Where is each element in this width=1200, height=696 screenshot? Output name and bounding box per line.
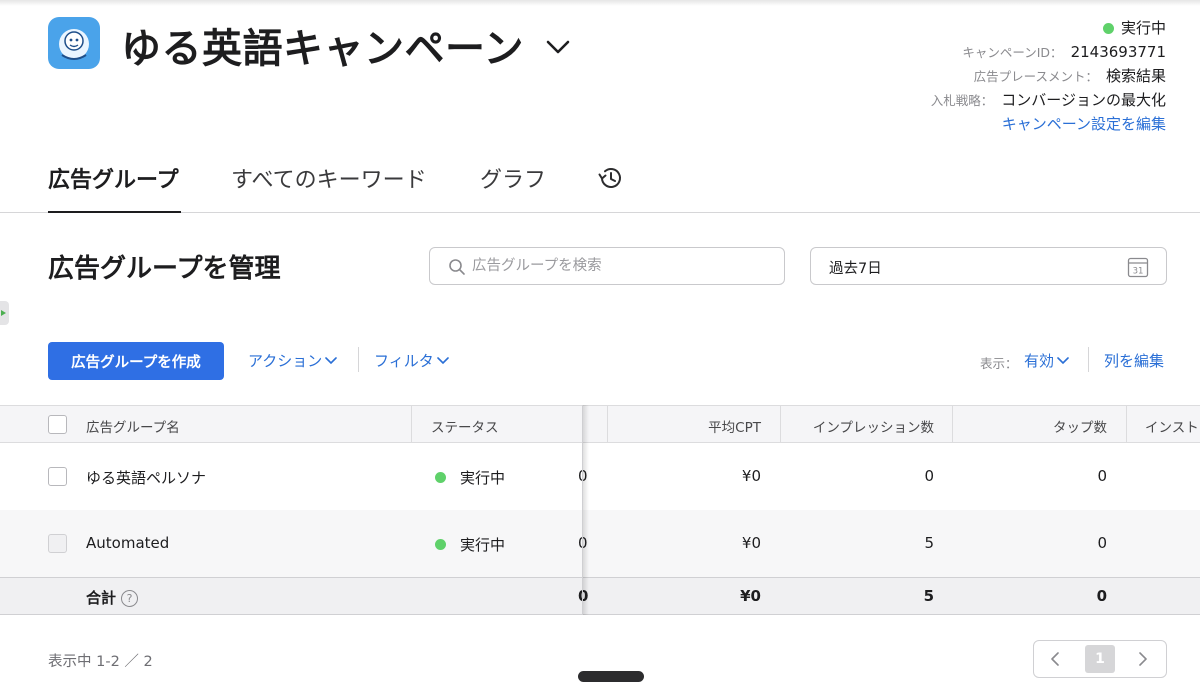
status-dot-icon	[1102, 23, 1114, 34]
date-range-value: 過去7日	[829, 261, 882, 277]
next-page-button[interactable]	[1122, 641, 1166, 677]
table-row[interactable]: ゆる英語ペルソナ 実行中 0 ¥0 0 0	[0, 443, 1200, 510]
filter-dropdown[interactable]: フィルタ	[374, 350, 449, 371]
window-top-edge	[0, 0, 1200, 6]
campaign-meta: 実行中 キャンペーンID： 2143693771 広告プレースメント： 検索結果 入…	[931, 16, 1166, 136]
chevron-down-icon[interactable]	[544, 38, 572, 56]
placement-row: 広告プレースメント： 検索結果	[973, 67, 1166, 85]
total-label: 合計?	[86, 587, 139, 608]
calendar-icon[interactable]: 31	[1126, 255, 1150, 279]
cell-taps: 0	[1097, 534, 1107, 552]
ad-group-name-link[interactable]: Automated	[86, 534, 169, 552]
cell-taps: 0	[1097, 467, 1107, 485]
row-checkbox[interactable]	[48, 534, 67, 553]
chevron-right-icon	[1139, 652, 1147, 666]
prev-page-button[interactable]	[1034, 641, 1078, 677]
status-dot-icon	[435, 472, 446, 483]
table-total-row: 合計? 0 ¥0 5 0	[0, 577, 1200, 615]
current-page[interactable]: 1	[1085, 645, 1115, 673]
total-taps: 0	[1096, 587, 1107, 605]
search-input[interactable]	[472, 255, 772, 277]
cell-impressions: 0	[924, 467, 934, 485]
page-title: 広告グループを管理	[48, 254, 281, 284]
status-dot-icon	[435, 539, 446, 550]
history-icon[interactable]	[596, 164, 624, 192]
search-box[interactable]	[429, 247, 785, 285]
home-indicator[interactable]	[578, 671, 644, 682]
side-panel-toggle[interactable]	[0, 301, 9, 325]
bid-strategy-row: 入札戦略： コンバージョンの最大化	[930, 91, 1166, 109]
campaign-title[interactable]: ゆる英語キャンペーン	[121, 16, 524, 74]
select-all-checkbox[interactable]	[48, 415, 67, 434]
results-count: 表示中 1-2 ／ 2	[48, 654, 153, 670]
search-icon	[449, 259, 465, 275]
help-icon[interactable]: ?	[121, 590, 139, 607]
table-row[interactable]: Automated 実行中 0 ¥0 5 0	[0, 510, 1200, 577]
toolbar-divider	[1088, 347, 1089, 372]
tab-all-keywords[interactable]: すべてのキーワード	[231, 162, 427, 194]
create-ad-group-button[interactable]: 広告グループを作成	[48, 342, 224, 380]
toolbar-divider	[358, 347, 359, 372]
campaign-status: 実行中	[931, 16, 1166, 40]
app-icon	[48, 17, 100, 69]
campaign-id-row: キャンペーンID： 2143693771	[962, 43, 1166, 61]
column-header-impressions[interactable]: インプレッション数	[790, 416, 934, 436]
table-header: 広告グループ名 ステータス 平均CPT インプレッション数 タップ数 インストー	[0, 405, 1200, 443]
chevron-down-icon	[436, 357, 449, 365]
chevron-left-icon	[1051, 652, 1059, 666]
row-status: 実行中	[435, 534, 505, 555]
tab-bar: 広告グループ すべてのキーワード グラフ	[0, 150, 1200, 213]
frozen-column-shadow	[583, 405, 589, 615]
row-status: 実行中	[435, 467, 505, 488]
row-checkbox[interactable]	[48, 467, 67, 486]
ad-groups-table: 広告グループ名 ステータス 平均CPT インプレッション数 タップ数 インストー…	[0, 405, 1200, 615]
ad-group-name-link[interactable]: ゆる英語ペルソナ	[86, 467, 206, 488]
cell-avg-cpt: ¥0	[741, 467, 761, 485]
total-impressions: 5	[923, 587, 934, 605]
placement-value: 検索結果	[1105, 67, 1166, 85]
edit-columns-link[interactable]: 列を編集	[1104, 350, 1164, 371]
bid-strategy-value: コンバージョンの最大化	[1001, 91, 1166, 109]
svg-text:31: 31	[1133, 267, 1144, 277]
cell-impressions: 5	[924, 534, 934, 552]
edit-campaign-settings-link[interactable]: キャンペーン設定を編集	[1002, 115, 1166, 133]
column-header-status[interactable]: ステータス	[431, 416, 499, 436]
tab-ad-groups[interactable]: 広告グループ	[48, 162, 179, 194]
active-tab-indicator	[48, 211, 181, 213]
pagination: 1	[1033, 640, 1167, 678]
date-range-picker[interactable]: 過去7日 31	[810, 247, 1167, 285]
chevron-down-icon	[1057, 357, 1069, 365]
show-label: 表示：	[980, 356, 1018, 371]
show-filter-dropdown[interactable]: 有効	[1024, 350, 1069, 371]
tab-graph[interactable]: グラフ	[480, 162, 546, 194]
column-header-taps[interactable]: タップ数	[960, 416, 1107, 436]
column-header-name[interactable]: 広告グループ名	[86, 416, 180, 436]
cell-avg-cpt: ¥0	[741, 534, 761, 552]
campaign-id: 2143693771	[1070, 43, 1166, 61]
actions-dropdown[interactable]: アクション	[248, 350, 338, 371]
total-avg-cpt: ¥0	[740, 587, 761, 605]
column-header-installs[interactable]: インストー	[1145, 416, 1200, 436]
column-header-avg-cpt[interactable]: 平均CPT	[620, 416, 761, 436]
chevron-down-icon	[325, 357, 338, 365]
